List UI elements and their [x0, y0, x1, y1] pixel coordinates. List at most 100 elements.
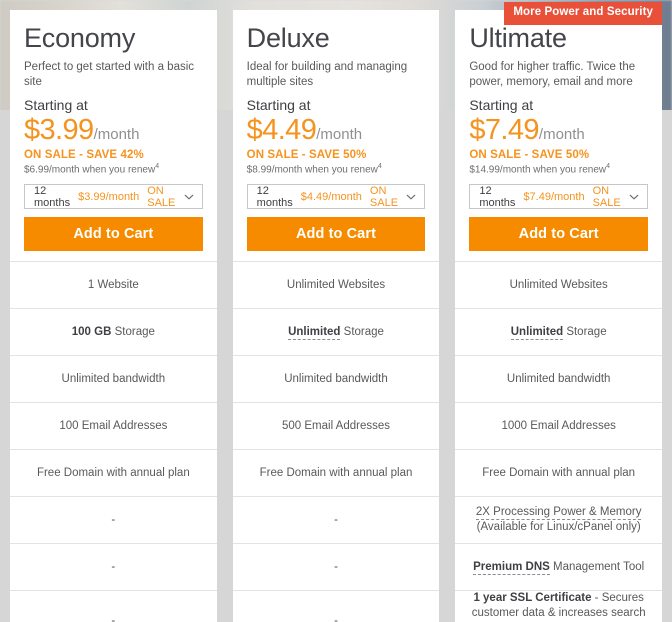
feature-text: Storage	[563, 325, 607, 338]
feature-row: Unlimited Storage	[232, 309, 440, 357]
plan-title: Economy	[24, 23, 136, 53]
plan-header: Deluxe Ideal for building and managing mu…	[233, 10, 440, 261]
term-select[interactable]: 12 months $7.49/month ON SALE	[469, 184, 649, 210]
feature-text: Unlimited bandwidth	[506, 372, 611, 385]
price-amount: $4.49	[246, 113, 317, 146]
feature-text: Free Domain with annual plan	[259, 466, 413, 479]
feature-row: Unlimited Storage	[455, 309, 663, 357]
feature-row: 500 Email Addresses	[232, 403, 440, 451]
term-price: $3.99/month	[78, 190, 140, 203]
footnote-marker: 4	[377, 162, 382, 170]
plan-tagline: Ideal for building and managing multiple…	[246, 60, 408, 89]
plan-tagline: Good for higher traffic. Twice the power…	[469, 60, 636, 89]
footnote-marker: 4	[606, 162, 611, 170]
feature-text: -	[111, 615, 116, 622]
feature-row: 100 Email Addresses	[10, 403, 217, 451]
term-length: 12 months	[479, 184, 516, 209]
feature-text: 500 Email Addresses	[281, 419, 391, 432]
feature-text: Storage	[340, 325, 384, 338]
renewal-price-note: $14.99/month when you renew4	[469, 163, 648, 175]
starting-at-label: Starting at	[469, 96, 534, 113]
feature-highlight: 100 GB	[71, 325, 112, 338]
feature-text: Management Tool	[549, 560, 645, 573]
feature-highlight: Unlimited	[288, 325, 341, 340]
feature-text: -	[111, 513, 116, 526]
plan-tagline: Perfect to get started with a basic site	[24, 60, 195, 89]
promo-badge: More Power and Security	[504, 2, 663, 25]
feature-row: 1 year SSL Certificate - Secures custome…	[455, 591, 662, 622]
add-to-cart-button[interactable]: Add to Cart	[246, 217, 426, 252]
price-period: /month	[538, 125, 585, 143]
sale-badge-text: ON SALE - SAVE 50%	[246, 148, 367, 161]
plan-card-deluxe: Deluxe Ideal for building and managing mu…	[232, 10, 440, 622]
starting-at-label: Starting at	[24, 96, 88, 113]
feature-row: Free Domain with annual plan	[232, 450, 440, 498]
feature-text: -	[334, 560, 338, 573]
starting-at-label: Starting at	[246, 96, 311, 113]
price-period: /month	[93, 125, 140, 143]
price-period: /month	[316, 125, 363, 143]
renewal-price-text: $6.99/month when you renew	[24, 164, 156, 176]
price-amount: $3.99	[24, 113, 94, 146]
feature-row: Free Domain with annual plan	[10, 450, 217, 498]
feature-text: 100 Email Addresses	[59, 419, 168, 432]
term-length: 12 months	[34, 184, 71, 209]
feature-highlight: 1 year SSL Certificate	[473, 592, 592, 605]
feature-text: Unlimited Websites	[286, 278, 386, 291]
footnote-marker: 4	[155, 162, 160, 170]
feature-text: Unlimited bandwidth	[284, 372, 388, 385]
plan-price: $7.49/month	[469, 114, 648, 145]
term-sale-label: ON SALE	[147, 184, 176, 209]
feature-list: Unlimited Websites Unlimited Storage Unlim…	[455, 261, 663, 622]
feature-row: Free Domain with annual plan	[455, 450, 663, 498]
feature-text: Storage	[111, 325, 155, 338]
feature-row: Unlimited Websites	[455, 262, 663, 310]
add-to-cart-button[interactable]: Add to Cart	[469, 217, 649, 252]
feature-text: Free Domain with annual plan	[482, 466, 636, 479]
feature-subtext: (Available for Linux/cPanel only)	[476, 521, 641, 534]
feature-row: Unlimited bandwidth	[10, 356, 217, 404]
chevron-down-icon[interactable]	[406, 192, 416, 202]
feature-text: Unlimited Websites	[509, 278, 608, 291]
feature-list: 1 Website 100 GB Storage Unlimited bandwid…	[10, 261, 217, 622]
feature-row: -	[10, 497, 217, 545]
term-sale-label: ON SALE	[369, 184, 399, 209]
feature-text: 1000 Email Addresses	[501, 419, 616, 432]
term-select[interactable]: 12 months $3.99/month ON SALE	[24, 184, 203, 210]
plan-price: $4.49/month	[246, 113, 426, 146]
feature-row: -	[10, 544, 217, 592]
renewal-price-note: $8.99/month when you renew4	[247, 163, 426, 175]
sale-badge-text: ON SALE - SAVE 42%	[24, 148, 144, 161]
feature-text: Free Domain with annual plan	[36, 466, 190, 479]
term-length: 12 months	[256, 184, 293, 209]
renewal-price-text: $8.99/month when you renew	[246, 164, 378, 176]
feature-text: -	[334, 513, 338, 526]
feature-text: -	[334, 615, 338, 622]
plan-card-ultimate: More Power and Security Ultimate Good for …	[455, 2, 663, 622]
plan-header: Ultimate Good for higher traffic. Twice t…	[455, 10, 662, 261]
feature-row: -	[233, 591, 440, 622]
feature-row: -	[232, 544, 440, 592]
chevron-down-icon[interactable]	[184, 192, 194, 202]
term-price: $4.49/month	[300, 190, 362, 203]
term-sale-label: ON SALE	[592, 184, 621, 209]
plan-title: Deluxe	[246, 23, 330, 53]
feature-highlight: Unlimited	[510, 325, 564, 340]
sale-badge-text: ON SALE - SAVE 50%	[469, 148, 590, 161]
feature-text: -	[111, 560, 116, 573]
feature-row: 1000 Email Addresses	[455, 403, 663, 451]
feature-row: -	[10, 591, 217, 622]
feature-text: 1 Website	[87, 278, 139, 291]
renewal-price-text: $14.99/month when you renew	[469, 164, 607, 176]
term-select[interactable]: 12 months $4.49/month ON SALE	[246, 184, 426, 210]
feature-row: Premium DNS Management Tool	[455, 544, 663, 592]
plan-title: Ultimate	[469, 23, 567, 53]
chevron-down-icon[interactable]	[629, 192, 639, 202]
feature-row: 100 GB Storage	[10, 309, 217, 357]
add-to-cart-button[interactable]: Add to Cart	[24, 217, 203, 252]
feature-row: 2X Processing Power & Memory (Available f…	[455, 497, 663, 545]
feature-row: Unlimited Websites	[232, 262, 440, 310]
feature-row: Unlimited bandwidth	[232, 356, 440, 404]
pricing-table: Economy Perfect to get started with a bas…	[0, 0, 672, 622]
plan-price: $3.99/month	[24, 113, 203, 146]
